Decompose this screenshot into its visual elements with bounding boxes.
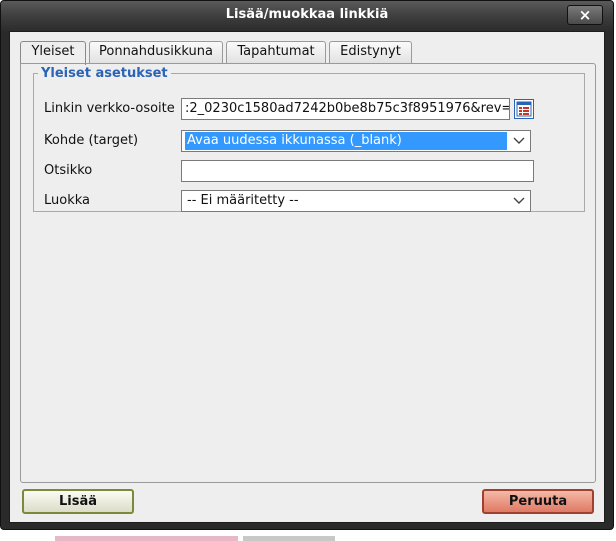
browse-icon <box>516 101 532 117</box>
dialog-title: Lisää/muokkaa linkkiä <box>225 7 389 22</box>
dialog-titlebar[interactable]: Lisää/muokkaa linkkiä × <box>1 1 613 31</box>
class-selected-value: -- Ei määritetty -- <box>187 193 299 208</box>
tab-advanced[interactable]: Edistynyt <box>329 41 412 63</box>
target-select[interactable]: Avaa uudessa ikkunassa (_blank) <box>181 130 531 152</box>
title-row: Otsikko <box>44 160 579 182</box>
general-settings-group: Yleiset asetukset Linkin verkko-osoite :… <box>33 66 585 212</box>
dialog-content: Yleiset Ponnahdusikkuna Tapahtumat Edist… <box>9 31 605 523</box>
background-strip-gray <box>243 536 335 541</box>
class-row: Luokka -- Ei määritetty -- <box>44 190 579 212</box>
chevron-down-icon <box>513 197 525 204</box>
title-input[interactable] <box>181 160 534 182</box>
general-settings-legend: Yleiset asetukset <box>41 66 168 81</box>
close-icon: × <box>578 6 592 24</box>
tab-popup[interactable]: Ponnahdusikkuna <box>89 41 223 63</box>
tab-panel-general: Yleiset asetukset Linkin verkko-osoite :… <box>20 63 596 483</box>
browse-button[interactable] <box>514 99 534 119</box>
background-strip-pink <box>55 536 238 541</box>
url-input[interactable]: :2_0230c1580ad7242b0be8b75c3f8951976&rev… <box>181 98 510 120</box>
tab-events-label: Tapahtumat <box>237 44 315 59</box>
class-select[interactable]: -- Ei määritetty -- <box>181 190 531 212</box>
target-label: Kohde (target) <box>44 133 139 148</box>
cancel-button[interactable]: Peruuta <box>482 489 594 514</box>
class-label: Luokka <box>44 193 91 208</box>
close-button[interactable]: × <box>567 5 603 25</box>
target-selected-value: Avaa uudessa ikkunassa (_blank) <box>185 132 507 150</box>
tab-advanced-label: Edistynyt <box>340 44 401 59</box>
url-label: Linkin verkko-osoite <box>44 101 175 116</box>
insert-button[interactable]: Lisää <box>22 489 134 514</box>
tab-popup-label: Ponnahdusikkuna <box>99 44 213 59</box>
url-row: Linkin verkko-osoite :2_0230c1580ad7242b… <box>44 98 579 120</box>
tab-events[interactable]: Tapahtumat <box>226 41 326 63</box>
tab-general[interactable]: Yleiset <box>20 41 86 65</box>
title-label: Otsikko <box>44 163 93 178</box>
chevron-down-icon <box>513 137 525 144</box>
link-dialog: Lisää/muokkaa linkkiä × Yleiset Ponnahdu… <box>0 0 614 530</box>
tab-general-label: Yleiset <box>31 44 75 59</box>
target-row: Kohde (target) Avaa uudessa ikkunassa (_… <box>44 130 579 152</box>
